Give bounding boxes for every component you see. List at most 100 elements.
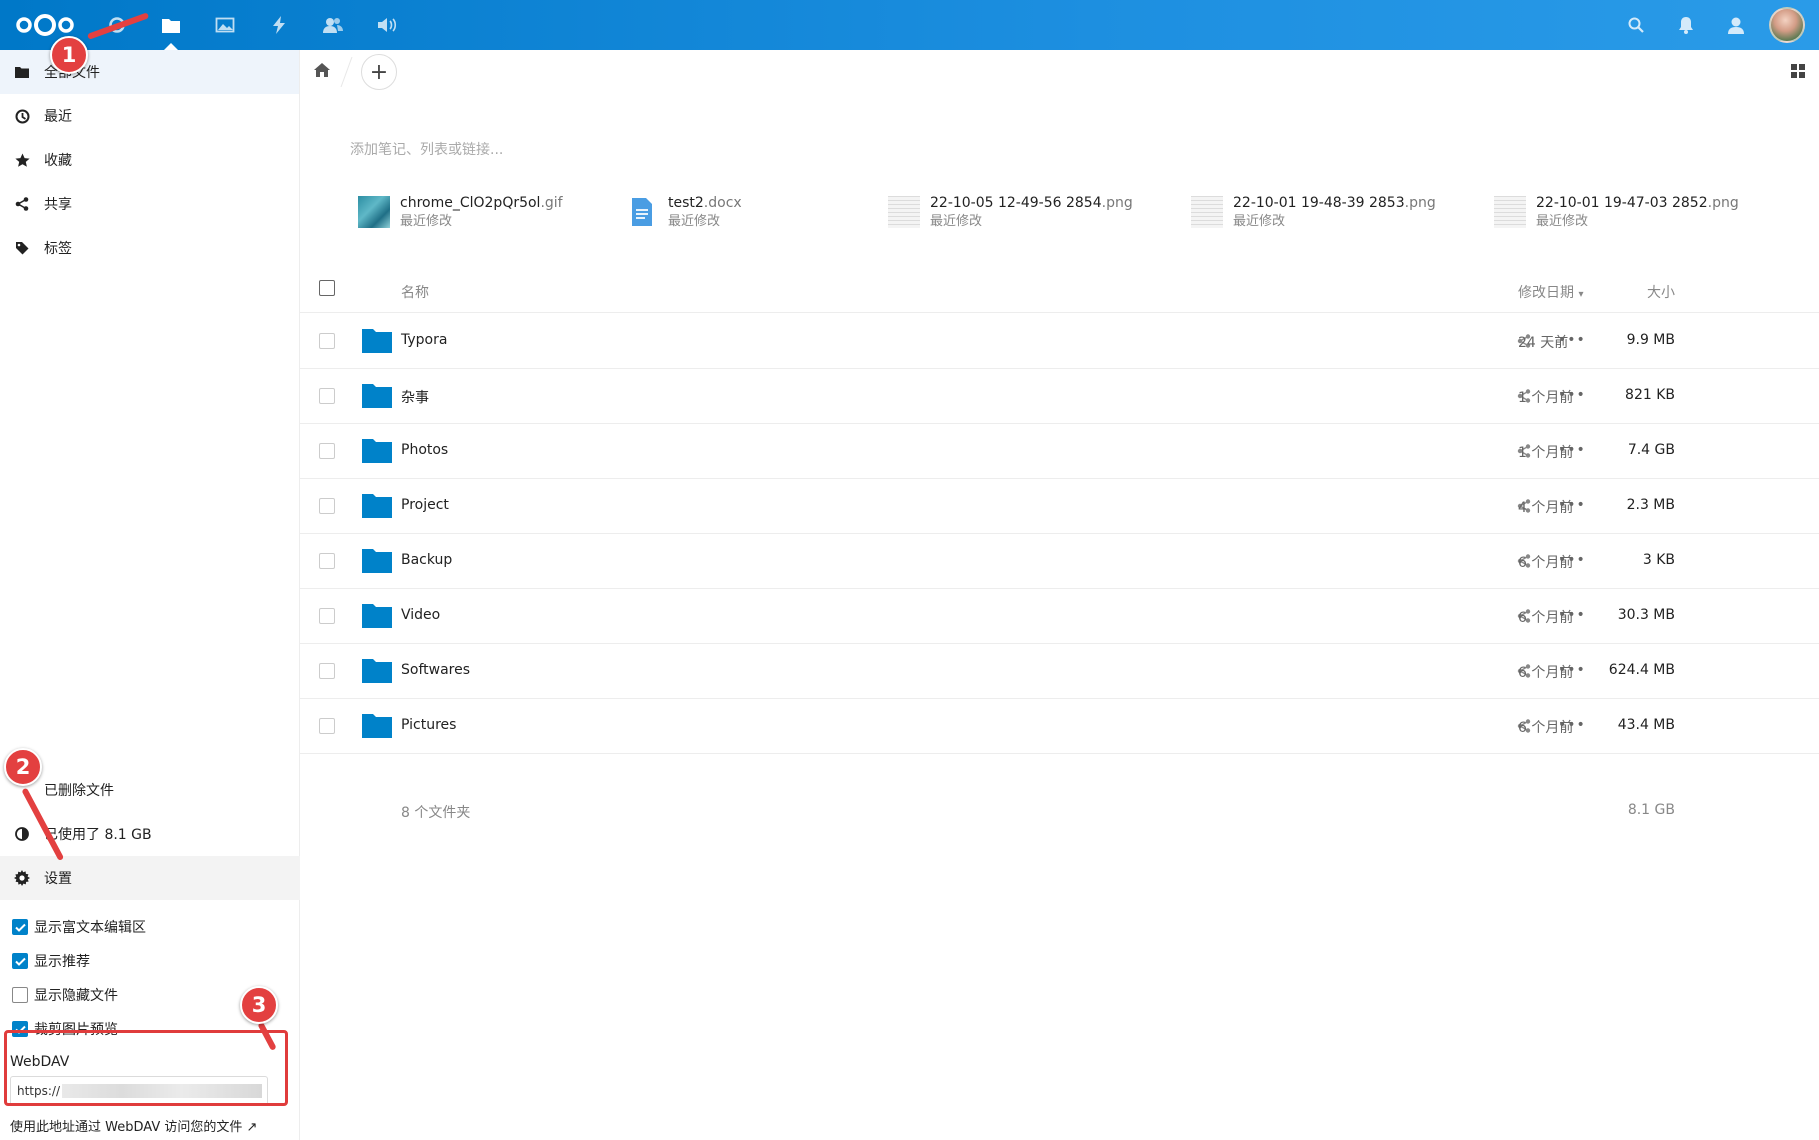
- file-name[interactable]: Video: [401, 607, 440, 623]
- quota-label: 已使用了 8.1 GB: [44, 827, 152, 843]
- annotation-badge: 1: [50, 36, 88, 74]
- file-name[interactable]: Softwares: [401, 662, 470, 678]
- file-size: 9.9 MB: [1626, 332, 1675, 348]
- file-name[interactable]: Typora: [401, 332, 447, 348]
- photos-app-icon[interactable]: [198, 0, 252, 50]
- sidebar-item-favorites[interactable]: 收藏: [0, 138, 299, 182]
- recommended-file[interactable]: 22-10-05 12-49-56 2854.png 最近修改: [888, 194, 1133, 232]
- notifications-bell-icon[interactable]: [1661, 0, 1711, 50]
- image-thumbnail: [888, 196, 920, 228]
- option-show-recommendations[interactable]: 显示推荐: [0, 944, 300, 978]
- recommended-file[interactable]: test2.docx 最近修改: [626, 194, 742, 232]
- sidebar-item-tags[interactable]: 标签: [0, 226, 299, 270]
- grid-view-toggle-icon[interactable]: [1791, 64, 1805, 82]
- table-row[interactable]: Project ••• 2.3 MB 4 个月前: [300, 479, 1819, 534]
- column-name[interactable]: 名称: [401, 282, 429, 302]
- folder-icon: [14, 64, 30, 80]
- checkbox-checked[interactable]: [12, 953, 28, 969]
- sidebar-item-label: 共享: [44, 197, 72, 213]
- option-label: 显示隐藏文件: [34, 988, 118, 1004]
- home-icon[interactable]: [314, 63, 330, 81]
- pie-chart-icon: [14, 826, 30, 842]
- sidebar-item-deleted-files[interactable]: 已删除文件: [0, 768, 300, 812]
- activity-app-icon[interactable]: [252, 0, 306, 50]
- folder-icon: [362, 327, 392, 357]
- recommended-file[interactable]: 22-10-01 19-48-39 2853.png 最近修改: [1191, 194, 1436, 232]
- row-checkbox[interactable]: [319, 388, 335, 404]
- file-modified: 24 天前: [1518, 335, 1569, 351]
- row-checkbox[interactable]: [319, 608, 335, 624]
- contacts-app-icon[interactable]: [306, 0, 360, 50]
- top-header: [0, 0, 1819, 50]
- image-thumbnail: [1494, 196, 1526, 228]
- file-modified: 1 个月前: [1518, 390, 1574, 406]
- row-checkbox[interactable]: [319, 663, 335, 679]
- share-icon: [14, 196, 30, 212]
- table-row[interactable]: Photos ••• 7.4 GB 1 个月前: [300, 424, 1819, 479]
- settings-toggle[interactable]: 设置: [0, 856, 300, 900]
- file-size: 3 KB: [1642, 552, 1675, 568]
- row-checkbox[interactable]: [319, 498, 335, 514]
- column-modified[interactable]: 修改日期 ▾: [1518, 282, 1583, 302]
- files-app-icon[interactable]: [144, 0, 198, 50]
- app-navigation: 全部文件 最近 收藏 共享 标签 已删除文件 已使用了 8.1 GB 设置 显示…: [0, 50, 300, 1140]
- search-icon[interactable]: [1611, 0, 1661, 50]
- sidebar-item-label: 最近: [44, 109, 72, 125]
- checkbox-unchecked[interactable]: [12, 987, 28, 1003]
- column-size[interactable]: 大小: [1647, 282, 1675, 302]
- sidebar-item-shares[interactable]: 共享: [0, 182, 299, 226]
- folder-icon: [362, 712, 392, 742]
- row-checkbox[interactable]: [319, 443, 335, 459]
- recommended-file[interactable]: 22-10-01 19-47-03 2852.png 最近修改: [1494, 194, 1739, 232]
- summary-total-size: 8.1 GB: [1627, 802, 1675, 818]
- file-size: 821 KB: [1625, 387, 1675, 403]
- gear-icon: [14, 870, 30, 886]
- select-all-checkbox[interactable]: [319, 280, 335, 296]
- table-row[interactable]: 杂事 ••• 821 KB 1 个月前: [300, 369, 1819, 424]
- file-name[interactable]: 杂事: [401, 387, 429, 407]
- table-row[interactable]: Typora ••• 9.9 MB 24 天前: [300, 314, 1819, 369]
- row-checkbox[interactable]: [319, 333, 335, 349]
- webdav-hint-link[interactable]: 使用此地址通过 WebDAV 访问您的文件 ↗: [0, 1106, 300, 1140]
- folder-icon: [362, 657, 392, 687]
- file-name[interactable]: Backup: [401, 552, 452, 568]
- talk-app-icon[interactable]: [360, 0, 414, 50]
- recommended-file[interactable]: chrome_ClO2pQr5ol.gif 最近修改: [358, 194, 563, 232]
- folder-icon: [362, 437, 392, 467]
- file-name[interactable]: Photos: [401, 442, 448, 458]
- table-row[interactable]: Pictures ••• 43.4 MB 6 个月前: [300, 699, 1819, 754]
- sidebar-item-label: 收藏: [44, 153, 72, 169]
- file-name[interactable]: Project: [401, 497, 449, 513]
- sidebar-item-all-files[interactable]: 全部文件: [0, 50, 299, 94]
- checkbox-checked[interactable]: [12, 919, 28, 935]
- file-size: 30.3 MB: [1617, 607, 1675, 623]
- sidebar-item-recent[interactable]: 最近: [0, 94, 299, 138]
- file-list-summary: 8 个文件夹 8.1 GB: [300, 784, 1819, 839]
- new-file-button[interactable]: +: [361, 54, 397, 90]
- tag-icon: [14, 240, 30, 256]
- file-modified: 6 个月前: [1518, 665, 1574, 681]
- row-checkbox[interactable]: [319, 718, 335, 734]
- user-avatar[interactable]: [1769, 7, 1805, 43]
- file-modified: 4 个月前: [1518, 500, 1574, 516]
- table-row[interactable]: Softwares ••• 624.4 MB 6 个月前: [300, 644, 1819, 699]
- sidebar-item-label: 标签: [44, 241, 72, 257]
- folder-icon: [362, 547, 392, 577]
- option-label: 显示推荐: [34, 954, 90, 970]
- rich-workspace-placeholder[interactable]: 添加笔记、列表或链接...: [350, 139, 503, 159]
- sidebar-item-label: 已删除文件: [44, 783, 114, 799]
- folder-icon: [362, 602, 392, 632]
- settings-label: 设置: [44, 871, 72, 887]
- table-row[interactable]: Backup ••• 3 KB 6 个月前: [300, 534, 1819, 589]
- file-name[interactable]: Pictures: [401, 717, 456, 733]
- file-modified: 6 个月前: [1518, 555, 1574, 571]
- contacts-menu-icon[interactable]: [1711, 0, 1761, 50]
- option-label: 显示富文本编辑区: [34, 920, 146, 936]
- row-checkbox[interactable]: [319, 553, 335, 569]
- file-list-area: + 添加笔记、列表或链接... chrome_ClO2pQr5ol.gif 最近修…: [300, 50, 1819, 1140]
- file-list-header: 名称 大小 修改日期 ▾: [300, 266, 1819, 313]
- option-rich-workspace[interactable]: 显示富文本编辑区: [0, 910, 300, 944]
- file-size: 2.3 MB: [1626, 497, 1675, 513]
- document-icon: [626, 196, 658, 228]
- table-row[interactable]: Video ••• 30.3 MB 6 个月前: [300, 589, 1819, 644]
